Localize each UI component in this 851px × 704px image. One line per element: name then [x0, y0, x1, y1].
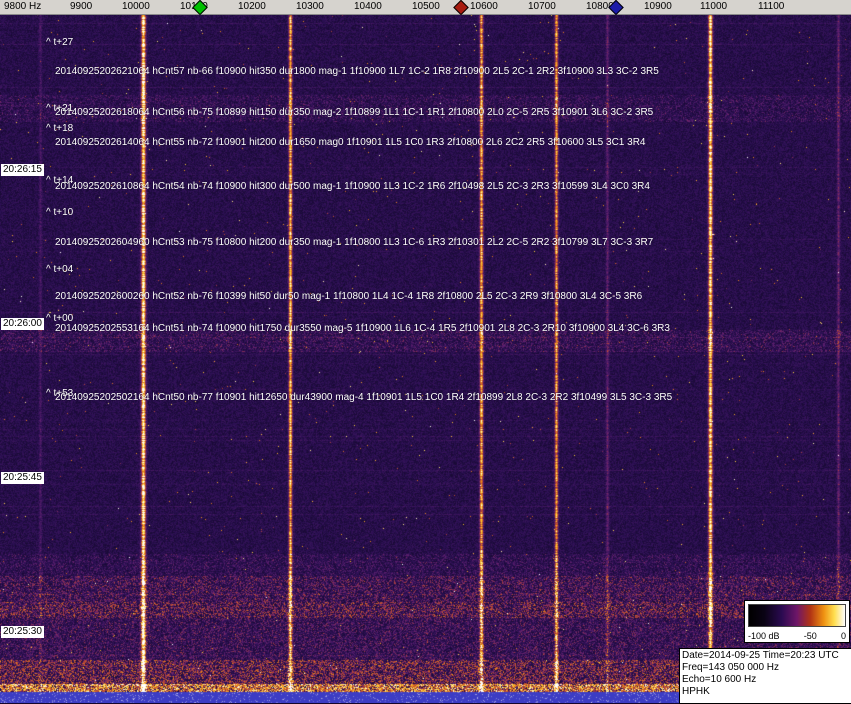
- color-scale-gradient: [748, 604, 846, 627]
- red-diamond-marker-icon[interactable]: [453, 0, 469, 16]
- info-date-time: Date=2014-09-25 Time=20:23 UTC: [682, 650, 839, 661]
- info-echo-frequency: Echo=10 600 Hz: [682, 674, 757, 685]
- info-frequency: Freq=143 050 000 Hz: [682, 662, 780, 673]
- freq-tick-label: 10600: [470, 1, 498, 12]
- event-time-marker: ^ t+04: [46, 264, 74, 275]
- info-station-code: HPHK: [682, 686, 710, 697]
- time-label: 20:26:00: [1, 318, 44, 330]
- event-time-marker: ^ t+18: [46, 123, 74, 134]
- echo-record: 20140925202614064 hCnt55 nb-72 f10901 hi…: [55, 137, 646, 148]
- freq-tick-label: 10400: [354, 1, 382, 12]
- freq-tick-label: 11100: [758, 1, 785, 12]
- legend-max-label: 0: [840, 631, 846, 641]
- time-label: 20:25:45: [1, 472, 44, 484]
- freq-tick-label: 11000: [700, 1, 728, 12]
- echo-record: 20140925202618064 hCnt56 nb-75 f10899 hi…: [55, 107, 654, 118]
- spectrogram-app: 9800 Hz 9900 10000 10100 10200 10300 104…: [0, 0, 851, 704]
- echo-record: 20140925202600260 hCnt52 nb-76 f10399 hi…: [55, 291, 643, 302]
- time-label: 20:25:30: [1, 626, 44, 638]
- time-label: 20:26:15: [1, 164, 44, 176]
- event-time-marker: ^ t+10: [46, 207, 74, 218]
- echo-record: 20140925202604960 hCnt53 nb-75 f10800 hi…: [55, 237, 654, 248]
- freq-tick-label: 10700: [528, 1, 556, 12]
- freq-tick-label: 10500: [412, 1, 440, 12]
- event-time-marker: ^ t+27: [46, 37, 74, 48]
- legend-mid-label: -50: [803, 631, 817, 641]
- echo-record: 20140925202610864 hCnt54 nb-74 f10900 hi…: [55, 181, 650, 192]
- freq-tick-label: 10200: [238, 1, 266, 12]
- freq-tick-label: 10000: [122, 1, 150, 12]
- legend-min-label: -100 dB: [748, 631, 780, 641]
- frequency-axis: 9800 Hz 9900 10000 10100 10200 10300 104…: [0, 0, 851, 16]
- echo-record: 20140925202553164 hCnt51 nb-74 f10900 hi…: [55, 323, 670, 334]
- freq-tick-label: 10300: [296, 1, 324, 12]
- freq-tick-label: 9800 Hz: [4, 1, 42, 12]
- echo-record: 20140925202502164 hCnt50 nb-77 f10901 hi…: [55, 392, 673, 403]
- color-scale-labels: -100 dB -50 0: [748, 630, 846, 642]
- freq-tick-label: 9900: [70, 1, 93, 12]
- freq-tick-label: 10900: [644, 1, 672, 12]
- observation-info-box: Date=2014-09-25 Time=20:23 UTC Freq=143 …: [679, 648, 851, 704]
- color-scale-legend: -100 dB -50 0: [744, 600, 850, 643]
- echo-record: 20140925202621064 hCnt57 nb-66 f10900 hi…: [55, 66, 659, 77]
